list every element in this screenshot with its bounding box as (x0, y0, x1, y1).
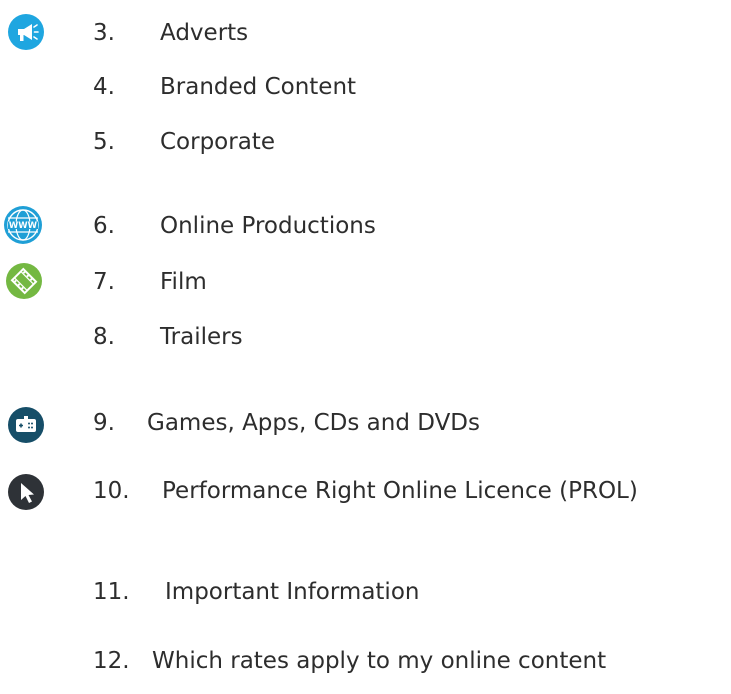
item-label-online-productions[interactable]: Online Productions (160, 215, 376, 238)
item-number: 5. (93, 129, 115, 155)
item-number: 10. (93, 478, 130, 504)
item-label-film[interactable]: Film (160, 271, 207, 294)
item-label-important-information[interactable]: Important Information (165, 581, 419, 604)
item-number: 11. (93, 579, 130, 605)
megaphone-icon (8, 14, 44, 50)
item-number: 4. (93, 74, 115, 100)
item-label-prol[interactable]: Performance Right Online Licence (PROL) (162, 480, 638, 503)
www-globe-icon: WWW (4, 206, 42, 244)
item-label-which-rates[interactable]: Which rates apply to my online content (152, 650, 606, 673)
svg-text:WWW: WWW (9, 221, 38, 231)
item-number: 7. (93, 269, 115, 295)
item-label-adverts[interactable]: Adverts (160, 22, 248, 45)
item-number: 8. (93, 324, 115, 350)
item-label-trailers[interactable]: Trailers (160, 326, 243, 349)
item-label-games-apps[interactable]: Games, Apps, CDs and DVDs (147, 412, 480, 435)
item-label-branded-content[interactable]: Branded Content (160, 76, 356, 99)
film-strip-icon (6, 263, 42, 299)
item-number: 12. (93, 648, 130, 674)
item-label-corporate[interactable]: Corporate (160, 131, 275, 154)
cursor-arrow-icon (8, 474, 44, 510)
gamepad-icon (8, 407, 44, 443)
item-number: 9. (93, 410, 115, 436)
item-number: 6. (93, 213, 115, 239)
item-number: 3. (93, 20, 115, 46)
